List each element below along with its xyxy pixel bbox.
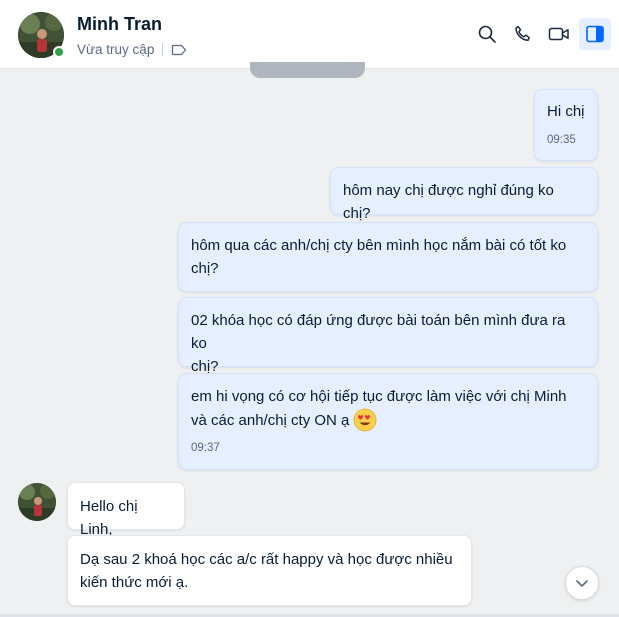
message-text: Hi chị bbox=[547, 103, 585, 120]
video-icon bbox=[548, 27, 569, 41]
message-sent[interactable]: hôm qua các anh/chị cty bên mình học nắm… bbox=[178, 222, 598, 292]
message-received[interactable]: Dạ sau 2 khoá học các a/c rất happy và h… bbox=[67, 535, 472, 606]
message-text-line: Dạ sau 2 khoá học các a/c rất happy và h… bbox=[80, 551, 453, 568]
message-received[interactable]: Hello chị Linh, bbox=[67, 482, 185, 538]
video-call-button[interactable] bbox=[543, 18, 575, 50]
header-actions bbox=[471, 18, 611, 50]
toggle-sidebar-button[interactable] bbox=[579, 18, 611, 50]
contact-status: Vừa truy cập bbox=[77, 42, 155, 57]
online-indicator bbox=[53, 46, 65, 58]
message-sent[interactable]: Hi chị 09:35 bbox=[534, 89, 598, 161]
message-time: 09:35 bbox=[547, 134, 576, 146]
tag-icon[interactable] bbox=[171, 44, 187, 56]
phone-icon bbox=[515, 25, 530, 42]
chat-header: Minh Tran Vừa truy cập bbox=[0, 0, 619, 69]
message-text-line: em hi vọng có cơ hội tiếp tục được làm v… bbox=[191, 388, 567, 405]
message-text-line: 02 khóa học có đáp ứng được bài toán bên… bbox=[191, 312, 566, 352]
contact-status-row: Vừa truy cập bbox=[77, 42, 187, 57]
search-icon bbox=[478, 25, 496, 43]
message-time: 09:37 bbox=[191, 442, 220, 454]
message-text-line: hôm qua các anh/chị cty bên mình học nắm… bbox=[191, 237, 567, 254]
message-sent[interactable]: em hi vọng có cơ hội tiếp tục được làm v… bbox=[178, 373, 598, 470]
message-sent[interactable]: 02 khóa học có đáp ứng được bài toán bên… bbox=[178, 297, 598, 375]
message-text-line: và các anh/chị cty ON ạ bbox=[191, 411, 350, 429]
message-text-line: kiến thức mới ạ. bbox=[80, 574, 189, 591]
message-sent[interactable]: hôm nay chị được nghỉ đúng ko chị? bbox=[330, 167, 598, 222]
heart-eyes-emoji bbox=[354, 408, 377, 432]
contact-name: Minh Tran bbox=[77, 14, 162, 34]
status-divider bbox=[162, 43, 164, 56]
sidebar-panel-icon bbox=[586, 25, 604, 43]
search-button[interactable] bbox=[471, 18, 503, 50]
chevron-down-icon bbox=[576, 580, 588, 587]
scroll-to-bottom-button[interactable] bbox=[565, 566, 599, 600]
date-divider bbox=[250, 62, 365, 78]
sender-avatar[interactable] bbox=[18, 483, 56, 521]
call-button[interactable] bbox=[507, 18, 539, 50]
message-text: hôm nay chị được nghỉ đúng ko chị? bbox=[343, 182, 554, 222]
message-text-line: chị? bbox=[191, 260, 219, 277]
